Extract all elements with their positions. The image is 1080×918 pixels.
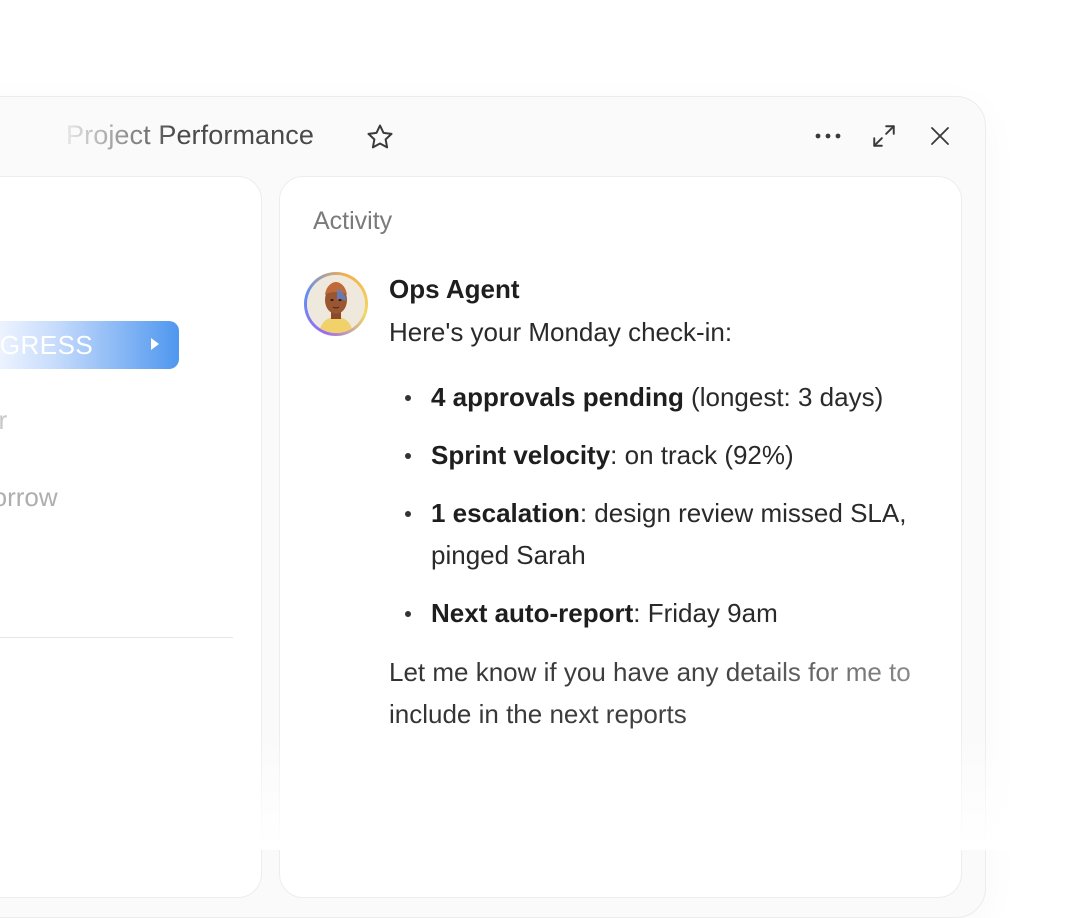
window-title: Project Performance [66,120,314,150]
left-panel: OGRESS ver morrow gh [0,176,262,898]
divider [0,637,233,638]
activity-header: Activity [313,207,393,235]
bullet-bold: Sprint velocity [431,440,611,470]
caret-right-icon [151,338,159,350]
expand-icon [873,125,895,147]
favorite-button[interactable] [364,121,396,153]
left-row-2: morrow [0,482,58,512]
bullet-text: : on track (92%) [610,440,794,470]
bullet-text: (longest: 3 days) [683,382,884,412]
close-icon [931,127,949,145]
bullet-bold: 4 approvals pending [431,382,684,412]
expand-button[interactable] [868,120,900,152]
list-item: Next auto-report: Friday 9am [389,592,959,634]
bullet-text: : Friday 9am [633,598,778,628]
more-horizontal-icon [815,133,841,139]
close-button[interactable] [924,120,956,152]
left-row-1: ver [0,405,7,436]
avatar-image [307,275,365,333]
sender-name: Ops Agent [389,274,520,304]
message-closing: Let me know if you have any details for … [389,651,949,735]
message-intro: Here's your Monday check-in: [389,317,733,347]
status-label: OGRESS [0,329,94,360]
list-item: 4 approvals pending (longest: 3 days) [389,376,959,418]
status-pill[interactable]: OGRESS [0,321,179,369]
bullet-bold: 1 escalation [431,498,580,528]
activity-panel: Activity Ops Agent Here's your Monday ch… [279,176,962,898]
bullet-bold: Next auto-report [431,598,634,628]
avatar[interactable] [304,272,368,336]
list-item: 1 escalation: design review missed SLA, … [389,492,959,576]
list-item: Sprint velocity: on track (92%) [389,434,959,476]
more-options-button[interactable] [812,122,844,150]
message-bullets: 4 approvals pending (longest: 3 days) Sp… [389,376,959,650]
star-icon [367,124,393,149]
